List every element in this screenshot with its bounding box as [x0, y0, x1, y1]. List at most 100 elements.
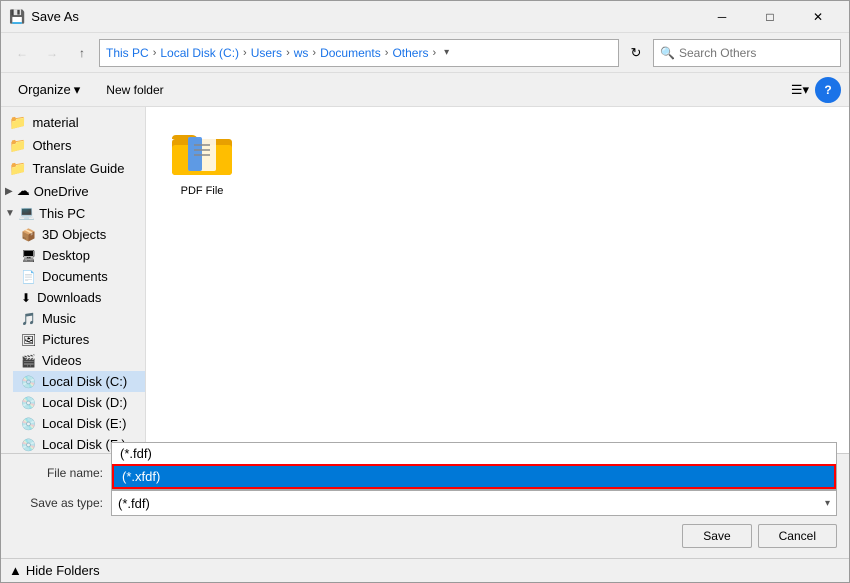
disk-icon: 💿	[21, 375, 36, 389]
onedrive-icon: ☁	[17, 183, 30, 199]
sidebar-item-localdiskd[interactable]: 💿 Local Disk (D:)	[13, 392, 145, 413]
filename-label: File name:	[13, 466, 103, 480]
file-area[interactable]: PDF File	[146, 107, 849, 453]
organize-chevron-icon: ▾	[74, 82, 81, 98]
dialog-icon: 💾	[9, 9, 25, 25]
savetype-select[interactable]: (*.fdf) ▾	[111, 490, 837, 516]
expand-icon: ▼	[5, 208, 15, 219]
select-arrow-icon: ▾	[825, 498, 830, 509]
sidebar-item-videos[interactable]: 🎬 Videos	[13, 350, 145, 371]
sidebar-item-downloads[interactable]: ⬇ Downloads	[13, 287, 145, 308]
disk-icon: 💿	[21, 417, 36, 431]
file-item-pdffolder[interactable]: PDF File	[162, 123, 242, 201]
pictures-icon: 🖼	[21, 333, 36, 347]
minimize-button[interactable]: ─	[699, 4, 745, 30]
sidebar-item-label: Documents	[42, 269, 108, 284]
close-button[interactable]: ✕	[795, 4, 841, 30]
sidebar-item-documents[interactable]: 📄 Documents	[13, 266, 145, 287]
dropdown-option-xfdf[interactable]: (*.xfdf)	[112, 464, 836, 489]
file-item-label: PDF File	[181, 185, 224, 197]
address-part-documents[interactable]: Documents	[320, 46, 381, 60]
sidebar-item-label: Local Disk (D:)	[42, 395, 127, 410]
save-button[interactable]: Save	[682, 524, 751, 548]
hide-folders-row[interactable]: ▲ Hide Folders	[1, 558, 849, 582]
address-part-localdisk[interactable]: Local Disk (C:)	[160, 46, 239, 60]
folder-icon: 📁	[9, 160, 26, 177]
savetype-label: Save as type:	[13, 496, 103, 510]
folder-icon: 📄	[21, 270, 36, 284]
address-part-others[interactable]: Others	[392, 46, 428, 60]
search-icon: 🔍	[660, 46, 675, 60]
view-toggle-button[interactable]: ☰▾	[787, 77, 813, 103]
cancel-button[interactable]: Cancel	[758, 524, 837, 548]
dialog-title: Save As	[31, 9, 693, 24]
sidebar-item-lokaldiske[interactable]: 💿 Local Disk (E:)	[13, 413, 145, 434]
address-part-users[interactable]: Users	[251, 46, 282, 60]
maximize-button[interactable]: □	[747, 4, 793, 30]
folder-icon: 📁	[9, 137, 26, 154]
folder-icon-wrapper	[170, 127, 234, 183]
sidebar-item-pictures[interactable]: 🖼 Pictures	[13, 329, 145, 350]
hide-folders-label: Hide Folders	[26, 563, 100, 578]
option-label: (*.fdf)	[120, 446, 152, 461]
sidebar-item-label: This PC	[39, 206, 85, 221]
folder-icon: ⬇	[21, 291, 31, 305]
title-bar: 💾 Save As ─ □ ✕	[1, 1, 849, 33]
option-label: (*.xfdf)	[122, 469, 160, 484]
address-part-thispc[interactable]: This PC	[106, 46, 149, 60]
main-content: 📁 material 📁 Others 📁 Translate Guide ▶ …	[1, 107, 849, 453]
title-buttons: ─ □ ✕	[699, 4, 841, 30]
search-box: 🔍	[653, 39, 841, 67]
address-bar[interactable]: This PC › Local Disk (C:) › Users › ws ›…	[99, 39, 619, 67]
up-button[interactable]: ↑	[69, 40, 95, 66]
action-bar: Organize ▾ New folder ☰▾ ?	[1, 73, 849, 107]
folder-svg	[170, 127, 234, 179]
refresh-button[interactable]: ↻	[623, 40, 649, 66]
sidebar-item-3dobjects[interactable]: 📦 3D Objects	[13, 224, 145, 245]
forward-button[interactable]: →	[39, 40, 65, 66]
bottom-panel: File name: Save as type: (*.fdf) ▾ (*.fd…	[1, 453, 849, 558]
sidebar-item-others[interactable]: 📁 Others	[1, 134, 145, 157]
address-part-ws[interactable]: ws	[294, 46, 309, 60]
sidebar-item-localdiskc[interactable]: 💿 Local Disk (C:)	[13, 371, 145, 392]
address-dropdown-icon[interactable]: ▾	[444, 47, 449, 58]
organize-label: Organize	[18, 82, 71, 97]
sidebar: 📁 material 📁 Others 📁 Translate Guide ▶ …	[1, 107, 146, 453]
folder-icon: 📦	[21, 228, 36, 242]
back-button[interactable]: ←	[9, 40, 35, 66]
sidebar-item-label: Music	[42, 311, 76, 326]
savetype-dropdown-container: (*.fdf) ▾ (*.fdf) (*.xfdf)	[111, 490, 837, 516]
sidebar-item-label: Videos	[42, 353, 82, 368]
sidebar-item-label: Translate Guide	[32, 161, 124, 176]
sidebar-item-label: Downloads	[37, 290, 101, 305]
savetype-dropdown-menu: (*.fdf) (*.xfdf)	[111, 442, 837, 490]
navigation-toolbar: ← → ↑ This PC › Local Disk (C:) › Users …	[1, 33, 849, 73]
videos-icon: 🎬	[21, 354, 36, 368]
sidebar-item-material[interactable]: 📁 material	[1, 111, 145, 134]
sidebar-item-onedrive[interactable]: ▶ ☁ OneDrive	[1, 180, 145, 202]
organize-button[interactable]: Organize ▾	[9, 78, 89, 102]
sidebar-item-thispc[interactable]: ▼ 💻 This PC	[1, 202, 145, 224]
bottom-buttons: Save Cancel	[13, 520, 837, 552]
sidebar-item-label: Pictures	[42, 332, 89, 347]
dropdown-option-fdf[interactable]: (*.fdf)	[112, 443, 836, 464]
sidebar-item-label: Local Disk (E:)	[42, 416, 127, 431]
save-as-dialog: 💾 Save As ─ □ ✕ ← → ↑ This PC › Local Di…	[0, 0, 850, 583]
disk-icon: 💿	[21, 438, 36, 452]
sidebar-item-label: material	[32, 115, 78, 130]
help-button[interactable]: ?	[815, 77, 841, 103]
sidebar-item-music[interactable]: 🎵 Music	[13, 308, 145, 329]
sidebar-item-desktop[interactable]: 🖥 Desktop	[13, 245, 145, 266]
music-icon: 🎵	[21, 312, 36, 326]
disk-icon: 💿	[21, 396, 36, 410]
sidebar-item-label: 3D Objects	[42, 227, 106, 242]
folder-icon: 🖥	[21, 249, 36, 263]
thispc-children: 📦 3D Objects 🖥 Desktop 📄 Documents ⬇ Dow…	[1, 224, 145, 453]
sidebar-item-label: Desktop	[42, 248, 90, 263]
new-folder-button[interactable]: New folder	[97, 79, 172, 101]
view-options: ☰▾ ?	[787, 77, 841, 103]
savetype-row: Save as type: (*.fdf) ▾ (*.fdf) (*.xfdf)	[13, 490, 837, 516]
sidebar-item-translateguide[interactable]: 📁 Translate Guide	[1, 157, 145, 180]
sidebar-item-label: Local Disk (C:)	[42, 374, 127, 389]
search-input[interactable]	[679, 46, 834, 60]
